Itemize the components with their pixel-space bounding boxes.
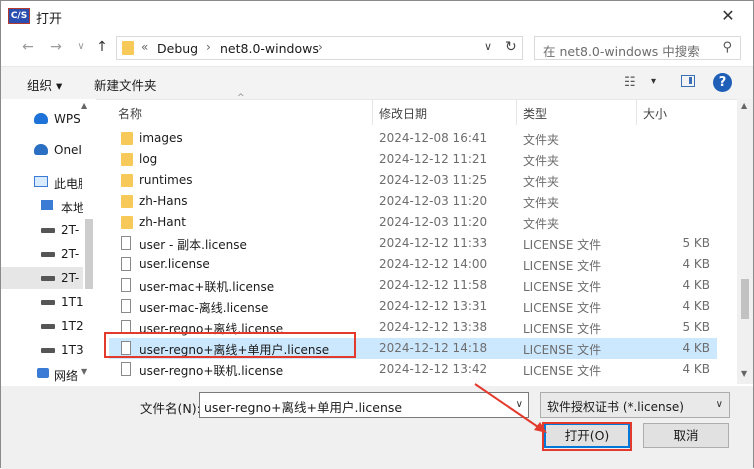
open-file-dialog: C/S 打开 ✕ ← → ∨ ↑ « Debug › net8.0-window… — [0, 0, 754, 469]
annotation-arrow-icon — [474, 383, 547, 433]
